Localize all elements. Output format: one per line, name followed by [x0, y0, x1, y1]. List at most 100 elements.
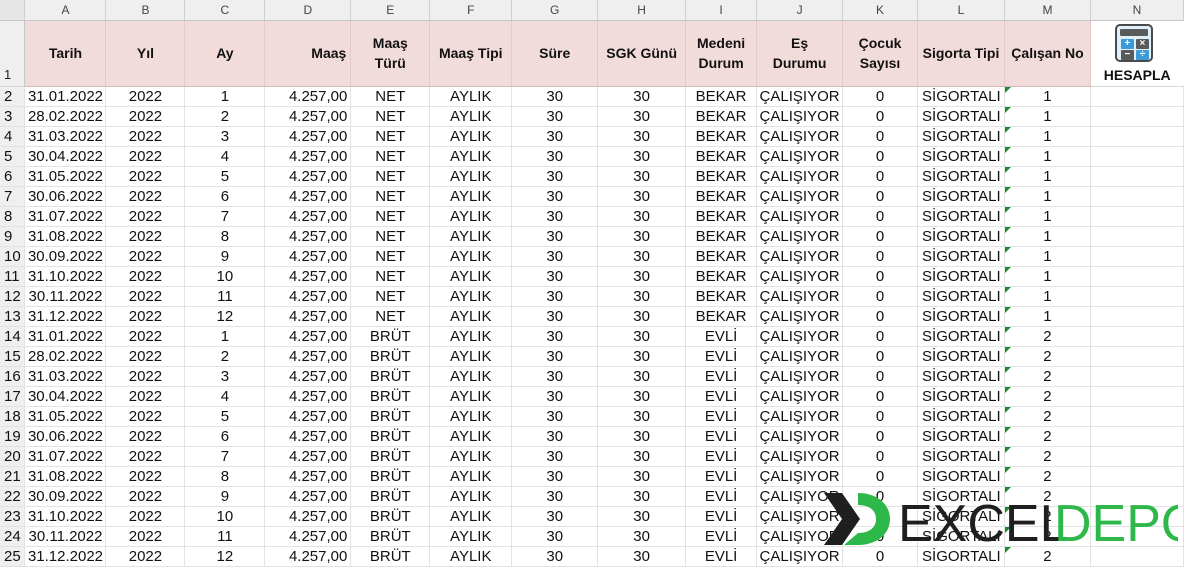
children-count-cell[interactable]: 0: [842, 446, 919, 467]
sgk-days-cell[interactable]: 30: [597, 346, 687, 367]
salary-type-cell[interactable]: AYLIK: [429, 406, 513, 427]
spouse-status-cell[interactable]: ÇALIŞIYOR: [756, 266, 844, 287]
empty-cell[interactable]: [1090, 226, 1184, 247]
children-count-cell[interactable]: 0: [842, 486, 919, 507]
salary-kind-cell[interactable]: NET: [350, 226, 431, 247]
spouse-status-cell[interactable]: ÇALIŞIYOR: [756, 286, 844, 307]
month-cell[interactable]: 4: [184, 386, 266, 407]
month-cell[interactable]: 6: [184, 186, 266, 207]
year-cell[interactable]: 2022: [105, 106, 186, 127]
marital-status-cell[interactable]: EVLİ: [685, 326, 758, 347]
month-cell[interactable]: 2: [184, 346, 266, 367]
insurance-type-cell[interactable]: SİGORTALI: [917, 106, 1005, 127]
children-count-cell[interactable]: 0: [842, 226, 919, 247]
duration-cell[interactable]: 30: [511, 386, 599, 407]
year-cell[interactable]: 2022: [105, 126, 186, 147]
salary-cell[interactable]: 4.257,00: [264, 506, 352, 527]
row-header[interactable]: 18: [0, 406, 26, 427]
spouse-status-cell[interactable]: ÇALIŞIYOR: [756, 126, 844, 147]
header-sigorta-tipi[interactable]: Sigorta Tipi: [917, 20, 1005, 87]
date-cell[interactable]: 30.06.2022: [24, 186, 107, 207]
marital-status-cell[interactable]: EVLİ: [685, 446, 758, 467]
month-cell[interactable]: 6: [184, 426, 266, 447]
duration-cell[interactable]: 30: [511, 406, 599, 427]
employee-no-cell[interactable]: 2: [1004, 366, 1091, 387]
children-count-cell[interactable]: 0: [842, 126, 919, 147]
salary-type-cell[interactable]: AYLIK: [429, 446, 513, 467]
children-count-cell[interactable]: 0: [842, 406, 919, 427]
sgk-days-cell[interactable]: 30: [597, 226, 687, 247]
insurance-type-cell[interactable]: SİGORTALI: [917, 446, 1005, 467]
sgk-days-cell[interactable]: 30: [597, 466, 687, 487]
row-header[interactable]: 4: [0, 126, 26, 147]
empty-cell[interactable]: [1090, 86, 1184, 107]
marital-status-cell[interactable]: BEKAR: [685, 286, 758, 307]
duration-cell[interactable]: 30: [511, 506, 599, 527]
employee-no-cell[interactable]: 1: [1004, 126, 1091, 147]
date-cell[interactable]: 31.12.2022: [24, 306, 107, 327]
marital-status-cell[interactable]: BEKAR: [685, 106, 758, 127]
salary-kind-cell[interactable]: NET: [350, 186, 431, 207]
duration-cell[interactable]: 30: [511, 266, 599, 287]
date-cell[interactable]: 28.02.2022: [24, 106, 107, 127]
spouse-status-cell[interactable]: ÇALIŞIYOR: [756, 366, 844, 387]
insurance-type-cell[interactable]: SİGORTALI: [917, 146, 1005, 167]
month-cell[interactable]: 10: [184, 506, 266, 527]
duration-cell[interactable]: 30: [511, 186, 599, 207]
insurance-type-cell[interactable]: SİGORTALI: [917, 506, 1005, 527]
sgk-days-cell[interactable]: 30: [597, 306, 687, 327]
salary-kind-cell[interactable]: NET: [350, 86, 431, 107]
children-count-cell[interactable]: 0: [842, 86, 919, 107]
spouse-status-cell[interactable]: ÇALIŞIYOR: [756, 86, 844, 107]
salary-cell[interactable]: 4.257,00: [264, 386, 352, 407]
employee-no-cell[interactable]: 1: [1004, 266, 1091, 287]
salary-type-cell[interactable]: AYLIK: [429, 206, 513, 227]
year-cell[interactable]: 2022: [105, 286, 186, 307]
row-header[interactable]: 25: [0, 546, 26, 567]
empty-cell[interactable]: [1090, 506, 1184, 527]
header-maas[interactable]: Maaş: [264, 20, 352, 87]
duration-cell[interactable]: 30: [511, 286, 599, 307]
select-all-corner[interactable]: [0, 0, 26, 21]
column-header-i[interactable]: I: [685, 0, 758, 21]
empty-cell[interactable]: [1090, 326, 1184, 347]
duration-cell[interactable]: 30: [511, 526, 599, 547]
month-cell[interactable]: 5: [184, 166, 266, 187]
spouse-status-cell[interactable]: ÇALIŞIYOR: [756, 226, 844, 247]
salary-kind-cell[interactable]: NET: [350, 166, 431, 187]
spouse-status-cell[interactable]: ÇALIŞIYOR: [756, 426, 844, 447]
insurance-type-cell[interactable]: SİGORTALI: [917, 526, 1005, 547]
month-cell[interactable]: 9: [184, 486, 266, 507]
empty-cell[interactable]: [1090, 386, 1184, 407]
children-count-cell[interactable]: 0: [842, 286, 919, 307]
month-cell[interactable]: 3: [184, 366, 266, 387]
empty-cell[interactable]: [1090, 466, 1184, 487]
duration-cell[interactable]: 30: [511, 206, 599, 227]
row-header[interactable]: 7: [0, 186, 26, 207]
sgk-days-cell[interactable]: 30: [597, 526, 687, 547]
header-cocuk-sayisi[interactable]: Çocuk Sayısı: [842, 20, 919, 87]
salary-type-cell[interactable]: AYLIK: [429, 306, 513, 327]
date-cell[interactable]: 30.04.2022: [24, 386, 107, 407]
insurance-type-cell[interactable]: SİGORTALI: [917, 426, 1005, 447]
duration-cell[interactable]: 30: [511, 126, 599, 147]
spouse-status-cell[interactable]: ÇALIŞIYOR: [756, 206, 844, 227]
month-cell[interactable]: 9: [184, 246, 266, 267]
children-count-cell[interactable]: 0: [842, 526, 919, 547]
insurance-type-cell[interactable]: SİGORTALI: [917, 126, 1005, 147]
salary-type-cell[interactable]: AYLIK: [429, 266, 513, 287]
duration-cell[interactable]: 30: [511, 326, 599, 347]
year-cell[interactable]: 2022: [105, 306, 186, 327]
header-es-durumu[interactable]: Eş Durumu: [756, 20, 844, 87]
salary-type-cell[interactable]: AYLIK: [429, 166, 513, 187]
salary-cell[interactable]: 4.257,00: [264, 266, 352, 287]
sgk-days-cell[interactable]: 30: [597, 146, 687, 167]
row-header[interactable]: 3: [0, 106, 26, 127]
employee-no-cell[interactable]: 2: [1004, 466, 1091, 487]
year-cell[interactable]: 2022: [105, 526, 186, 547]
salary-kind-cell[interactable]: BRÜT: [350, 326, 431, 347]
employee-no-cell[interactable]: 1: [1004, 146, 1091, 167]
header-calisan-no[interactable]: Çalışan No: [1004, 20, 1091, 87]
salary-type-cell[interactable]: AYLIK: [429, 526, 513, 547]
header-maas-tipi[interactable]: Maaş Tipi: [429, 20, 513, 87]
